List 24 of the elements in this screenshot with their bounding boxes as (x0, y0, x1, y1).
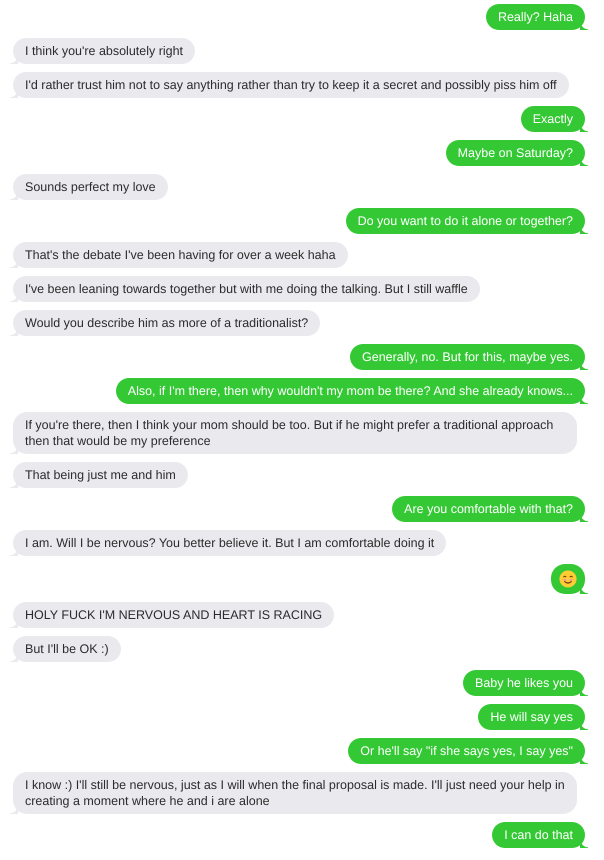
message-bubble: Baby he likes you (463, 670, 585, 696)
message-bubble: I can do that (492, 822, 585, 848)
message-bubble: Exactly (520, 106, 585, 132)
message-bubble: Are you comfortable with that? (392, 496, 585, 522)
message-bubble: If you're there, then I think your mom should be too. But if he might prefer a traditional approach then that would be my preference (13, 412, 577, 454)
message-bubble: Do you want to do it alone or together? (346, 208, 585, 234)
message-bubble: Generally, no. But for this, maybe yes. (350, 344, 585, 370)
message-bubble: I've been leaning towards together but with me doing the talking. But I still waffle (13, 276, 480, 302)
message-bubble: HOLY FUCK I'M NERVOUS AND HEART IS RACING (13, 602, 334, 628)
message-bubble: Sounds perfect my love (13, 174, 168, 200)
smiley-icon (559, 570, 577, 588)
message-bubble: Also, if I'm there, then why wouldn't my mom be there? And she already knows... (116, 378, 585, 404)
message-bubble: I am. Will I be nervous? You better believe it. But I am comfortable doing it (13, 530, 446, 556)
message-bubble: Maybe on Saturday? (446, 140, 585, 166)
message-bubble: That's the debate I've been having for over a week haha (13, 242, 348, 268)
message-bubble: I think you're absolutely right (13, 38, 196, 64)
message-bubble: I know :) I'll still be nervous, just as I will when the final proposal is made. I'll just need your help in creating a moment where he and i are alone (13, 772, 577, 814)
message-bubble: Would you describe him as more of a traditionalist? (13, 310, 320, 336)
message-bubble: That being just me and him (13, 462, 188, 488)
message-bubble: I'd rather trust him not to say anything rather than try to keep it a secret and possibly piss him off (13, 72, 569, 98)
message-bubble: Really? Haha (486, 4, 585, 30)
message-bubble: But I'll be OK :) (13, 636, 121, 662)
message-bubble: He will say yes (478, 704, 585, 730)
message-bubble: Or he'll say "if she says yes, I say yes" (348, 738, 585, 764)
